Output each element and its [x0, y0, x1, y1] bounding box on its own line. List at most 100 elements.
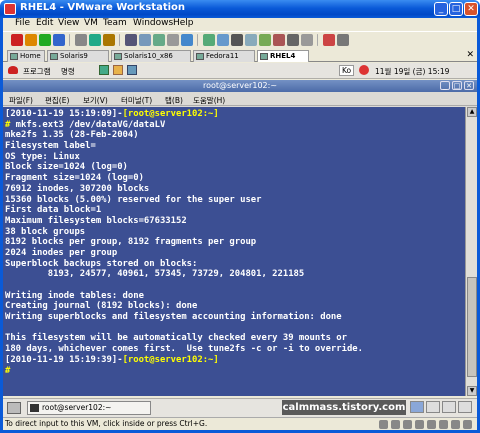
scroll-up-icon[interactable]: ▲: [467, 107, 477, 117]
browser-icon[interactable]: [99, 65, 109, 75]
terminal-line: Writing inode tables: done: [5, 291, 463, 302]
ime-indicator[interactable]: Ko: [339, 65, 355, 76]
mail-icon[interactable]: [113, 65, 123, 75]
tab-fedora11[interactable]: Fedora11: [193, 50, 255, 62]
tab-rhel4[interactable]: RHEL4: [257, 50, 309, 62]
workspace-1[interactable]: [410, 401, 424, 413]
terminal-menu-tabs[interactable]: 탭(B): [165, 95, 183, 106]
sound-icon[interactable]: [439, 420, 448, 429]
fit-window-icon[interactable]: [259, 34, 271, 46]
scrollbar-thumb[interactable]: [467, 277, 477, 377]
actions-menu[interactable]: 명령: [61, 66, 75, 77]
terminal-text: 2024 inodes per group: [5, 247, 118, 258]
cdrom-icon[interactable]: [391, 420, 400, 429]
suspend-icon[interactable]: [25, 34, 37, 46]
vm-icon: [50, 53, 58, 60]
terminal-line: Maximum filesystem blocks=67633152: [5, 216, 463, 227]
terminal-line: #: [5, 366, 463, 377]
hdd-icon[interactable]: [379, 420, 388, 429]
terminal-line: 38 block groups: [5, 227, 463, 238]
floppy-icon[interactable]: [403, 420, 412, 429]
menu-windows[interactable]: Windows: [133, 18, 173, 28]
window-titlebar[interactable]: RHEL4 - VMware Workstation _ □ ✕: [0, 0, 480, 18]
home-icon: [10, 53, 18, 60]
vm-icon: [260, 53, 268, 60]
summary-view-icon[interactable]: [167, 34, 179, 46]
terminal-text: 38 block groups: [5, 226, 86, 237]
maximize-icon[interactable]: □: [449, 2, 463, 16]
vm-tab-strip: Home Solaris9 Solaris10_x86 Fedora11 RHE…: [3, 49, 477, 62]
terminal-text: Filesystem label=: [5, 141, 96, 152]
terminal-menu-help[interactable]: 도움말(H): [193, 95, 225, 106]
workspace-3[interactable]: [442, 401, 456, 413]
tab-solaris9[interactable]: Solaris9: [47, 50, 109, 62]
full-screen-icon[interactable]: [203, 34, 215, 46]
taskbar-terminal-button[interactable]: root@server102:~: [27, 401, 151, 415]
minimize-icon[interactable]: _: [434, 2, 448, 16]
revert-icon[interactable]: [89, 34, 101, 46]
terminal-scrollbar[interactable]: ▲ ▼: [465, 107, 477, 396]
terminal-menu-file[interactable]: 파일(F): [9, 95, 33, 106]
snapshot-icon[interactable]: [75, 34, 87, 46]
terminal-menu-edit[interactable]: 편집(E): [45, 95, 69, 106]
capture-icon[interactable]: [287, 34, 299, 46]
menu-file[interactable]: File: [15, 18, 30, 28]
replay-icon[interactable]: [337, 34, 349, 46]
close-icon[interactable]: ✕: [464, 2, 478, 16]
terminal-minimize-icon[interactable]: _: [440, 81, 450, 90]
toolbar-separator: [317, 34, 318, 46]
power-on-icon[interactable]: [39, 34, 51, 46]
terminal-text: Fragment size=1024 (log=0): [5, 173, 144, 184]
fit-guest-icon[interactable]: [245, 34, 257, 46]
menu-help[interactable]: Help: [173, 18, 194, 28]
show-console-icon[interactable]: [231, 34, 243, 46]
panel-clock[interactable]: 11월 19일 (금) 15:19: [375, 66, 449, 77]
menu-view[interactable]: View: [58, 18, 79, 28]
console-view-icon[interactable]: [153, 34, 165, 46]
terminal-output[interactable]: [2010-11-19 15:19:09]-[root@server102:~]…: [3, 107, 465, 396]
unity-icon[interactable]: [217, 34, 229, 46]
menu-edit[interactable]: Edit: [36, 18, 53, 28]
record-icon[interactable]: [301, 34, 313, 46]
terminal-text: Superblock backups stored on blocks:: [5, 258, 198, 269]
terminal-menubar: 파일(F) 편집(E) 보기(V) 터미널(T) 탭(B) 도움말(H): [3, 93, 477, 106]
terminal-text: OS type: Linux: [5, 151, 80, 162]
terminal-line: Creating journal (8192 blocks): done: [5, 301, 463, 312]
guest-top-panel: 프로그램 명령 Ko 11월 19일 (금) 15:19: [3, 63, 477, 79]
terminal-titlebar[interactable]: root@server102:~ _ □ ✕: [3, 80, 477, 92]
redhat-icon[interactable]: [8, 66, 18, 74]
vm-settings-icon[interactable]: [323, 34, 335, 46]
resize-grip-icon[interactable]: [463, 420, 472, 429]
usb-icon[interactable]: [427, 420, 436, 429]
close-tab-icon[interactable]: ✕: [466, 50, 474, 60]
network-icon[interactable]: [415, 420, 424, 429]
workspace-2[interactable]: [426, 401, 440, 413]
message-icon[interactable]: [451, 420, 460, 429]
terminal-close-icon[interactable]: ✕: [464, 81, 474, 90]
appliance-view-icon[interactable]: [181, 34, 193, 46]
power-off-icon[interactable]: [11, 34, 23, 46]
terminal-menu-terminal[interactable]: 터미널(T): [121, 95, 152, 106]
tab-home[interactable]: Home: [7, 50, 45, 62]
scroll-down-icon[interactable]: ▼: [467, 386, 477, 396]
menu-team[interactable]: Team: [103, 18, 127, 28]
show-desktop-icon[interactable]: [7, 402, 21, 414]
reset-icon[interactable]: [53, 34, 65, 46]
terminal-line: 8192 blocks per group, 8192 fragments pe…: [5, 237, 463, 248]
sidebar-icon[interactable]: [125, 34, 137, 46]
terminal-line: [2010-11-19 15:19:39]-[root@server102:~]: [5, 355, 463, 366]
menu-vm[interactable]: VM: [84, 18, 98, 28]
workspace-4[interactable]: [458, 401, 472, 413]
tab-solaris10-x86[interactable]: Solaris10_x86: [111, 50, 191, 62]
office-icon[interactable]: [127, 65, 137, 75]
snapshot-manager-icon[interactable]: [103, 34, 115, 46]
stretch-icon[interactable]: [273, 34, 285, 46]
terminal-text: [2010-11-19 15:19:09]-: [5, 109, 123, 119]
update-alert-icon[interactable]: [359, 65, 369, 75]
terminal-text: 8192 blocks per group, 8192 fragments pe…: [5, 237, 257, 248]
terminal-menu-view[interactable]: 보기(V): [83, 95, 108, 106]
applications-menu[interactable]: 프로그램: [23, 66, 51, 77]
quick-switch-icon[interactable]: [139, 34, 151, 46]
terminal-maximize-icon[interactable]: □: [452, 81, 462, 90]
terminal-line: Superblock backups stored on blocks:: [5, 259, 463, 270]
